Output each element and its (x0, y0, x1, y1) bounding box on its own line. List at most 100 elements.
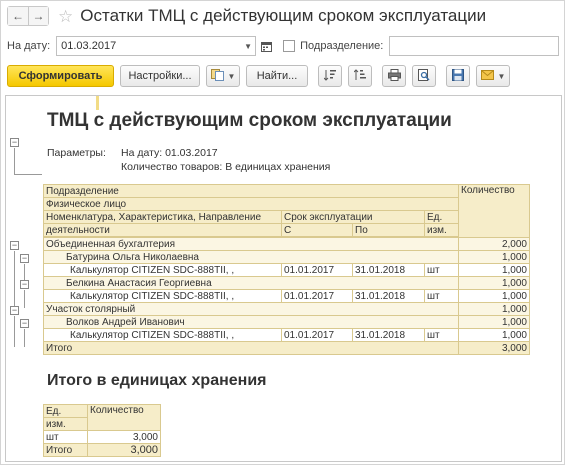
summary-row-qty: 3,000 (87, 430, 161, 444)
calendar-icon[interactable] (259, 39, 273, 53)
summary-row-unit: шт (43, 430, 88, 444)
sort-desc-button[interactable] (348, 65, 372, 87)
generate-button[interactable]: Сформировать (7, 65, 114, 87)
report-title: ТМЦ с действующим сроком эксплуатации (47, 110, 452, 131)
collapse-group-icon[interactable]: − (10, 306, 19, 315)
table-row[interactable]: Участок столярный 1,000 (43, 302, 530, 316)
collapse-person-icon[interactable]: − (20, 254, 29, 263)
total-value: 3,000 (458, 341, 530, 355)
copy-icon (210, 68, 224, 84)
collapse-header-icon[interactable]: − (10, 138, 19, 147)
chevron-down-icon: ▼ (227, 71, 236, 81)
row-unit: шт (424, 289, 459, 303)
mail-menu-button[interactable]: ▼ (476, 65, 510, 87)
param-date: На дату: 01.03.2017 (121, 147, 218, 159)
date-field[interactable]: 01.03.2017 ▼ (56, 36, 257, 56)
mail-icon (480, 69, 494, 83)
param-units: Количество товаров: В единицах хранения (121, 161, 331, 173)
table-row[interactable]: Объединенная бухгалтерия 2,000 (43, 237, 530, 251)
row-name: Батурина Ольга Николаевна (43, 250, 459, 264)
header-row: Номенклатура, Характеристика, Направлени… (43, 210, 530, 224)
header-unit-2: изм. (424, 223, 459, 237)
header-person: Физическое лицо (43, 197, 459, 211)
copy-menu-button[interactable]: ▼ (206, 65, 240, 87)
collapse-group-icon[interactable]: − (10, 241, 19, 250)
save-button[interactable] (446, 65, 470, 87)
row-to: 31.01.2018 (352, 328, 425, 342)
sort-desc-icon (353, 68, 366, 84)
table-row[interactable]: Калькулятор CITIZEN SDC-888TII, , 01.01.… (43, 328, 530, 342)
row-from: 01.01.2017 (281, 263, 353, 277)
date-label: На дату: (7, 40, 51, 52)
collapse-person-icon[interactable]: − (20, 280, 29, 289)
sort-asc-button[interactable] (318, 65, 342, 87)
total-label: Итого (43, 341, 459, 355)
table-row[interactable]: Белкина Анастасия Георгиевна 1,000 (43, 276, 530, 290)
summary-header-qty: Количество (87, 404, 161, 431)
header-unit: Ед. (424, 210, 459, 224)
save-icon (452, 68, 464, 84)
toolbar: Сформировать Настройки... ▼ Найти... ▼ (1, 64, 564, 88)
summary-title: Итого в единицах хранения (47, 372, 267, 389)
row-to: 31.01.2018 (352, 289, 425, 303)
header-to: По (352, 223, 425, 237)
subdivision-checkbox[interactable] (283, 40, 296, 52)
collapse-person-icon[interactable]: − (20, 319, 29, 328)
header-nomenclature-2: деятельности (43, 223, 282, 237)
table-row[interactable]: Батурина Ольга Николаевна 1,000 (43, 250, 530, 264)
row-from: 01.01.2017 (281, 328, 353, 342)
subdivision-label: Подразделение: (300, 40, 384, 52)
row-name: Волков Андрей Иванович (43, 315, 459, 329)
row-to: 31.01.2018 (352, 263, 425, 277)
table-row[interactable]: Калькулятор CITIZEN SDC-888TII, , 01.01.… (43, 263, 530, 277)
preview-button[interactable] (412, 65, 436, 87)
header-period: Срок эксплуатации (281, 210, 425, 224)
row-qty: 1,000 (458, 263, 530, 277)
row-qty: 1,000 (458, 289, 530, 303)
print-button[interactable] (382, 65, 406, 87)
section-marker (96, 96, 99, 110)
header-from: С (281, 223, 353, 237)
star-icon[interactable]: ☆ (58, 8, 73, 25)
preview-icon (418, 68, 430, 84)
report-table: Подразделение Количество Физическое лицо… (43, 184, 530, 355)
date-value[interactable]: 01.03.2017 (57, 40, 241, 52)
report-window: ← → ☆ Остатки ТМЦ с действующим сроком э… (0, 0, 565, 465)
row-qty: 1,000 (458, 276, 530, 290)
summary-row[interactable]: шт 3,000 (43, 430, 161, 444)
find-button[interactable]: Найти... (246, 65, 308, 87)
row-name: Объединенная бухгалтерия (43, 237, 459, 251)
row-from: 01.01.2017 (281, 289, 353, 303)
chevron-down-icon[interactable]: ▼ (241, 42, 255, 51)
forward-arrow-icon[interactable]: → (28, 7, 48, 25)
row-qty: 2,000 (458, 237, 530, 251)
total-row: Итого 3,000 (43, 341, 530, 355)
report-area: − − − − − − ТМЦ с действующим сроком экс… (5, 95, 562, 462)
header-nomenclature: Номенклатура, Характеристика, Направлени… (43, 210, 282, 224)
row-qty: 1,000 (458, 328, 530, 342)
row-name: Калькулятор CITIZEN SDC-888TII, , (43, 263, 282, 277)
table-row[interactable]: Волков Андрей Иванович 1,000 (43, 315, 530, 329)
row-unit: шт (424, 328, 459, 342)
table-row[interactable]: Калькулятор CITIZEN SDC-888TII, , 01.01.… (43, 289, 530, 303)
summary-header-unit: Ед. (43, 404, 88, 418)
summary-header-unit-2: изм. (43, 417, 88, 431)
row-name: Калькулятор CITIZEN SDC-888TII, , (43, 289, 282, 303)
row-unit: шт (424, 263, 459, 277)
print-icon (387, 68, 401, 84)
header-row: Подразделение Количество (43, 184, 530, 238)
window-title: Остатки ТМЦ с действующим сроком эксплуа… (80, 6, 487, 25)
header-row: деятельности С По изм. (43, 223, 530, 237)
back-arrow-icon[interactable]: ← (8, 7, 28, 25)
sort-asc-icon (323, 69, 336, 84)
row-name: Участок столярный (43, 302, 459, 316)
row-qty: 1,000 (458, 250, 530, 264)
params-label: Параметры: (47, 147, 106, 159)
filter-row: На дату: 01.03.2017 ▼ Подразделение: (1, 36, 564, 56)
row-name: Калькулятор CITIZEN SDC-888TII, , (43, 328, 282, 342)
header-row: Физическое лицо (43, 197, 530, 211)
subdivision-field[interactable] (389, 36, 560, 56)
header-quantity: Количество (458, 184, 530, 238)
header-subdivision: Подразделение (43, 184, 459, 198)
settings-button[interactable]: Настройки... (120, 65, 200, 87)
